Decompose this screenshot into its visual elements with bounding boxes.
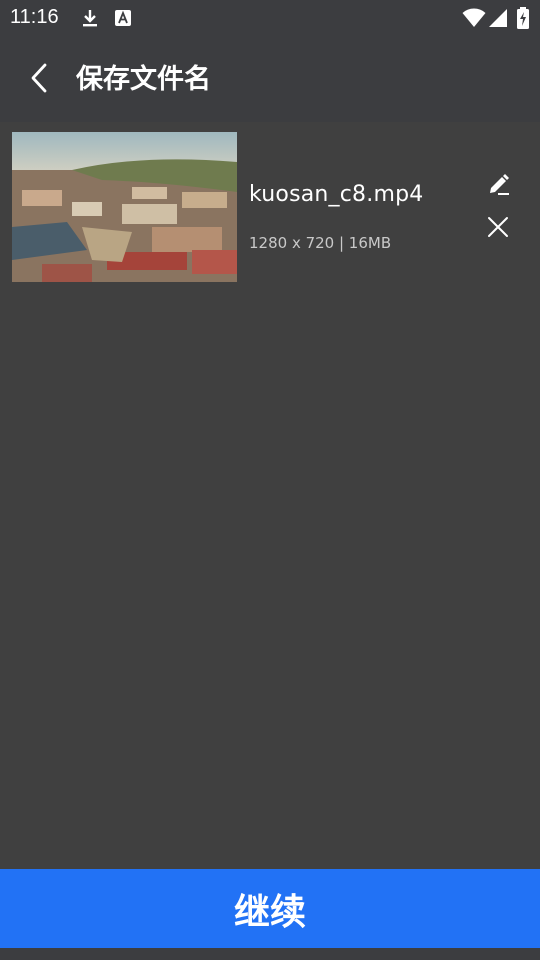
wifi-icon xyxy=(462,8,486,32)
status-bar: 11:16 xyxy=(0,0,540,36)
file-item: kuosan_c8.mp4 1280 x 720 | 16MB xyxy=(12,132,528,282)
bottom-strip xyxy=(0,948,540,960)
back-button[interactable] xyxy=(20,60,60,100)
remove-button[interactable] xyxy=(481,212,515,246)
pencil-icon xyxy=(487,173,511,201)
continue-button[interactable]: 继续 xyxy=(0,869,540,948)
cell-signal-icon xyxy=(488,8,508,32)
video-thumbnail[interactable] xyxy=(12,132,237,282)
file-name: kuosan_c8.mp4 xyxy=(249,182,424,207)
chevron-left-icon xyxy=(30,63,50,97)
close-icon xyxy=(487,216,509,242)
content-area: kuosan_c8.mp4 1280 x 720 | 16MB xyxy=(0,122,540,869)
page-title: 保存文件名 xyxy=(76,64,211,95)
a-notification-icon xyxy=(114,9,132,31)
rename-button[interactable] xyxy=(482,170,516,204)
status-time: 11:16 xyxy=(10,6,59,28)
battery-charging-icon xyxy=(516,7,530,33)
app-bar: 保存文件名 xyxy=(0,36,540,122)
download-icon xyxy=(80,8,100,32)
file-meta: 1280 x 720 | 16MB xyxy=(249,234,392,252)
